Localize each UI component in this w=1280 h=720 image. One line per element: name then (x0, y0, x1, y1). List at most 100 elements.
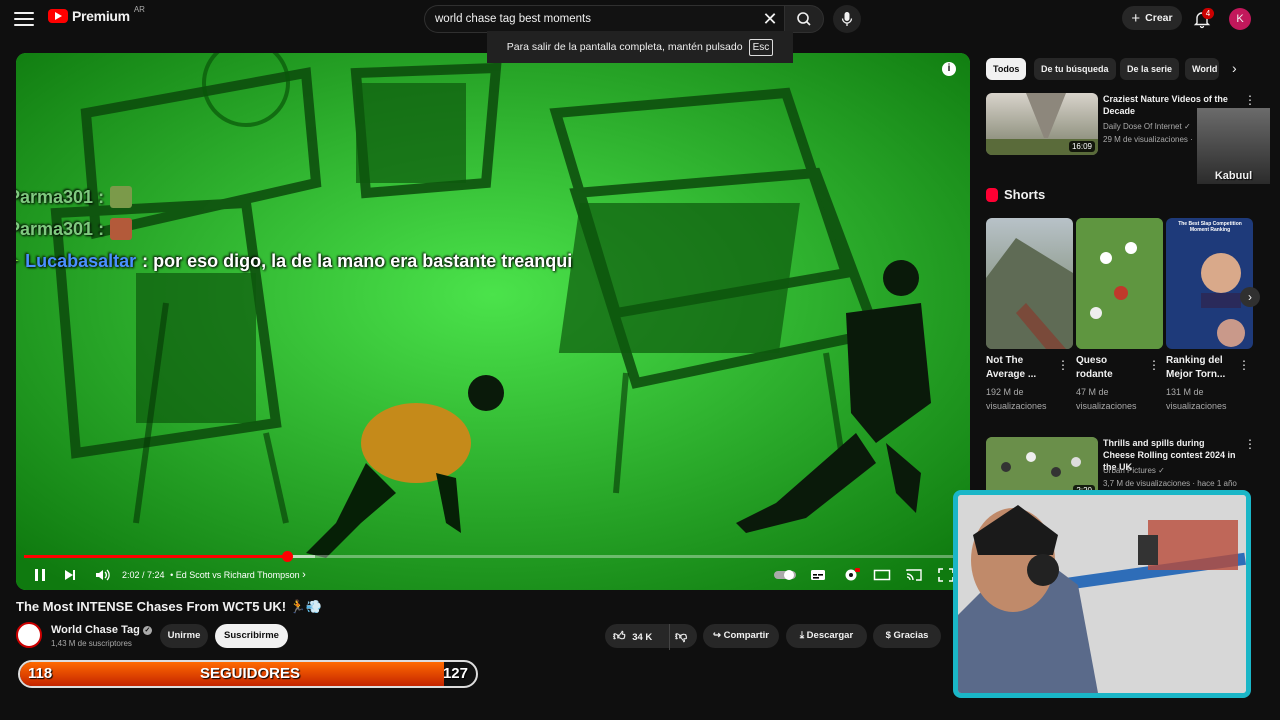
pause-icon (35, 569, 45, 581)
short-thumbnail[interactable] (986, 218, 1073, 349)
search-button[interactable] (784, 5, 824, 33)
webcam-overlay (953, 490, 1251, 698)
view-count: 29 M de visualizaciones · (1103, 135, 1193, 144)
theater-icon (873, 569, 891, 581)
volume-icon (96, 569, 110, 581)
info-icon[interactable]: i (942, 62, 956, 76)
account-avatar[interactable]: K (1229, 8, 1251, 30)
download-label: Descargar (806, 630, 854, 641)
short-views: 192 M de visualizaciones (986, 387, 1047, 411)
more-options-icon[interactable]: ⋮ (1057, 358, 1069, 372)
progress-bar[interactable] (24, 551, 962, 562)
join-button[interactable]: Unirme (160, 624, 208, 648)
share-label: Compartir (723, 630, 769, 641)
subtitles-icon (811, 570, 825, 580)
subtitles-button[interactable] (809, 565, 827, 585)
pause-button[interactable] (32, 565, 48, 585)
channel-name: Urban Pictures ✓ (1103, 465, 1165, 477)
chat-message: Parma301 : (16, 186, 133, 208)
search-input[interactable]: world chase tag best moments (424, 5, 784, 33)
chat-message: ✦ Lucabasaltar : por eso digo, la de la … (16, 251, 572, 272)
stream-overlay-image: Kabuul (1197, 108, 1270, 184)
thanks-button[interactable]: $ Gracias (873, 624, 941, 648)
short-title[interactable]: Ranking del Mejor Torn... (1166, 354, 1236, 382)
download-button[interactable]: ⤓ Descargar (786, 624, 867, 648)
shorts-icon (986, 187, 998, 202)
share-button[interactable]: ↪ Compartir (703, 624, 779, 648)
menu-icon[interactable] (14, 10, 34, 28)
chip-world[interactable]: World (1185, 58, 1219, 80)
chevron-right-icon[interactable]: › (302, 569, 306, 581)
overlay-label: Kabuul (1214, 170, 1253, 182)
search-icon (797, 12, 811, 26)
more-options-icon[interactable]: ⋮ (1148, 358, 1160, 372)
channel-name-text: Urban Pictures (1103, 466, 1156, 475)
shorts-next-button[interactable]: › (1240, 287, 1260, 307)
settings-button[interactable] (842, 565, 860, 585)
thanks-label: Gracias (893, 630, 929, 641)
next-button[interactable] (62, 565, 78, 585)
short-thumbnail[interactable]: The Best Slap Competition Moment Ranking (1166, 218, 1253, 349)
verified-icon: ✓ (1183, 122, 1191, 131)
dislike-button[interactable]: 👎︎ (669, 624, 691, 650)
verified-icon: ✓ (142, 625, 152, 635)
theater-mode-button[interactable] (873, 565, 891, 585)
chip-todos[interactable]: Todos (986, 58, 1027, 80)
more-options-icon[interactable]: ⋮ (1244, 437, 1256, 451)
video-player[interactable]: i Parma301 : Parma301 : ✦ Lucabasaltar :… (16, 53, 970, 590)
voice-search-button[interactable] (833, 5, 861, 33)
view-count: 3,7 M de visualizaciones · hace 1 año (1103, 479, 1237, 488)
shorts-heading: Shorts (1004, 187, 1046, 202)
gear-icon (845, 568, 860, 581)
autoplay-toggle[interactable] (773, 565, 797, 585)
short-views: 131 M de visualizaciones (1166, 387, 1227, 411)
chat-username: Parma301 : (16, 186, 105, 207)
youtube-premium-logo[interactable]: Premium AR (48, 5, 145, 24)
sparkle-icon: ✦ (16, 251, 19, 272)
short-thumbnail[interactable] (1076, 218, 1163, 349)
channel-avatar[interactable] (16, 622, 42, 648)
channel-name-text: World Chase Tag (51, 624, 140, 636)
create-button[interactable]: + Crear (1122, 6, 1182, 30)
short-title[interactable]: Queso rodante (1076, 354, 1146, 382)
clear-search-icon[interactable]: ✕ (760, 9, 780, 29)
video-duration: 16:09 (1068, 141, 1095, 152)
slap-ranking-image (1201, 253, 1245, 347)
download-icon: ⤓ (799, 630, 805, 641)
shorts-header: Shorts (986, 187, 1045, 202)
cast-button[interactable] (905, 565, 923, 585)
chevron-right-icon[interactable]: › (1232, 60, 1237, 76)
followers-target: 127 (442, 665, 468, 682)
subscribe-button[interactable]: Suscribirme (215, 624, 288, 648)
video-title: The Most INTENSE Chases From WCT5 UK! 🏃💨 (16, 599, 323, 614)
scrubber-handle[interactable] (281, 551, 293, 562)
like-button[interactable]: 👍︎ 34 K (613, 629, 653, 643)
chat-text: : por eso digo, la de la mano era bastan… (142, 251, 573, 271)
short-title[interactable]: Not The Average ... (986, 354, 1056, 382)
plus-icon: + (1131, 9, 1141, 27)
cheese-rolling-image (1076, 218, 1163, 349)
video-thumbnail[interactable]: 16:09 (986, 93, 1098, 155)
verified-icon: ✓ (1158, 466, 1165, 475)
thumbs-up-icon: 👍︎ (613, 629, 626, 643)
volume-button[interactable] (94, 565, 112, 585)
thanks-icon: $ (885, 630, 891, 641)
channel-name-text: Daily Dose Of Internet (1103, 122, 1182, 131)
chat-username: Parma301 : (16, 218, 105, 239)
channel-name[interactable]: World Chase Tag ✓ (51, 624, 152, 636)
mountain-image (986, 238, 1073, 349)
channel-name: Daily Dose Of Internet ✓ (1103, 121, 1191, 133)
microphone-icon (841, 12, 853, 26)
followers-label: SEGUIDORES (199, 665, 301, 682)
chip-search[interactable]: De tu búsqueda (1034, 58, 1116, 80)
autoplay-toggle-icon (774, 570, 796, 580)
more-options-icon[interactable]: ⋮ (1244, 93, 1256, 107)
chapter-title[interactable]: • Ed Scott vs Richard Thompson (170, 570, 300, 580)
logo-text: Premium (72, 8, 130, 24)
more-options-icon[interactable]: ⋮ (1238, 358, 1250, 372)
webcam-feed (958, 495, 1246, 693)
like-dislike-group: 👍︎ 34 K 👎︎ (605, 624, 697, 650)
like-count: 34 K (632, 632, 653, 643)
followers-goal-bar: 118 SEGUIDORES 127 (18, 660, 478, 688)
chip-series[interactable]: De la serie (1120, 58, 1180, 80)
